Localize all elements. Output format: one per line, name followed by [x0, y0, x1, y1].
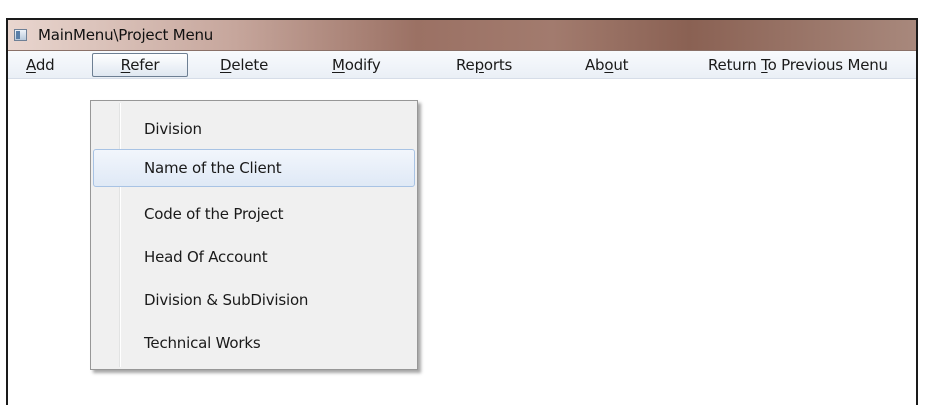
title-bar[interactable]: MainMenu\Project Menu [8, 20, 916, 51]
menu-about[interactable]: About [585, 55, 629, 75]
application-icon [14, 29, 27, 41]
menu-reports-accesskey: p [474, 56, 485, 74]
menu-delete-label: elete [231, 56, 269, 74]
refer-dropdown-menu: Division Name of the Client Code of the … [90, 100, 418, 370]
menu-modify[interactable]: Modify [332, 55, 381, 75]
menu-delete-accesskey: D [220, 56, 232, 74]
menu-add-label: dd [35, 56, 55, 74]
window-title: MainMenu\Project Menu [38, 26, 214, 44]
menu-return-to-previous[interactable]: Return To Previous Menu [708, 55, 888, 75]
menu-refer-accesskey: R [120, 56, 131, 74]
menu-refer[interactable]: Refer [92, 53, 188, 77]
refer-item-technical-works[interactable]: Technical Works [93, 324, 415, 362]
menu-return-label-pre: Return [708, 56, 762, 74]
menu-reports-label: orts [483, 56, 513, 74]
menu-bar: Add Refer Delete Modify Reports About Re… [8, 51, 916, 79]
menu-delete[interactable]: Delete [220, 55, 268, 75]
menu-modify-label: odify [344, 56, 381, 74]
refer-item-division-subdivision[interactable]: Division & SubDivision [93, 281, 415, 319]
menu-add[interactable]: Add [26, 55, 55, 75]
menu-add-accesskey: A [26, 56, 36, 74]
refer-item-head-of-account[interactable]: Head Of Account [93, 238, 415, 276]
menu-return-label: o Previous Menu [767, 56, 888, 74]
refer-item-division[interactable]: Division [93, 110, 415, 148]
refer-item-code-of-project[interactable]: Code of the Project [93, 195, 415, 233]
refer-item-name-of-client[interactable]: Name of the Client [93, 149, 415, 187]
menu-reports-label-pre: Re [456, 56, 475, 74]
menu-modify-accesskey: M [332, 56, 345, 74]
project-menu-window: MainMenu\Project Menu Add Refer Delete M… [6, 18, 918, 405]
menu-reports[interactable]: Reports [456, 55, 512, 75]
menu-refer-label: efer [130, 56, 160, 74]
menu-about-label-pre: Ab [585, 56, 605, 74]
menu-about-label: ut [613, 56, 629, 74]
